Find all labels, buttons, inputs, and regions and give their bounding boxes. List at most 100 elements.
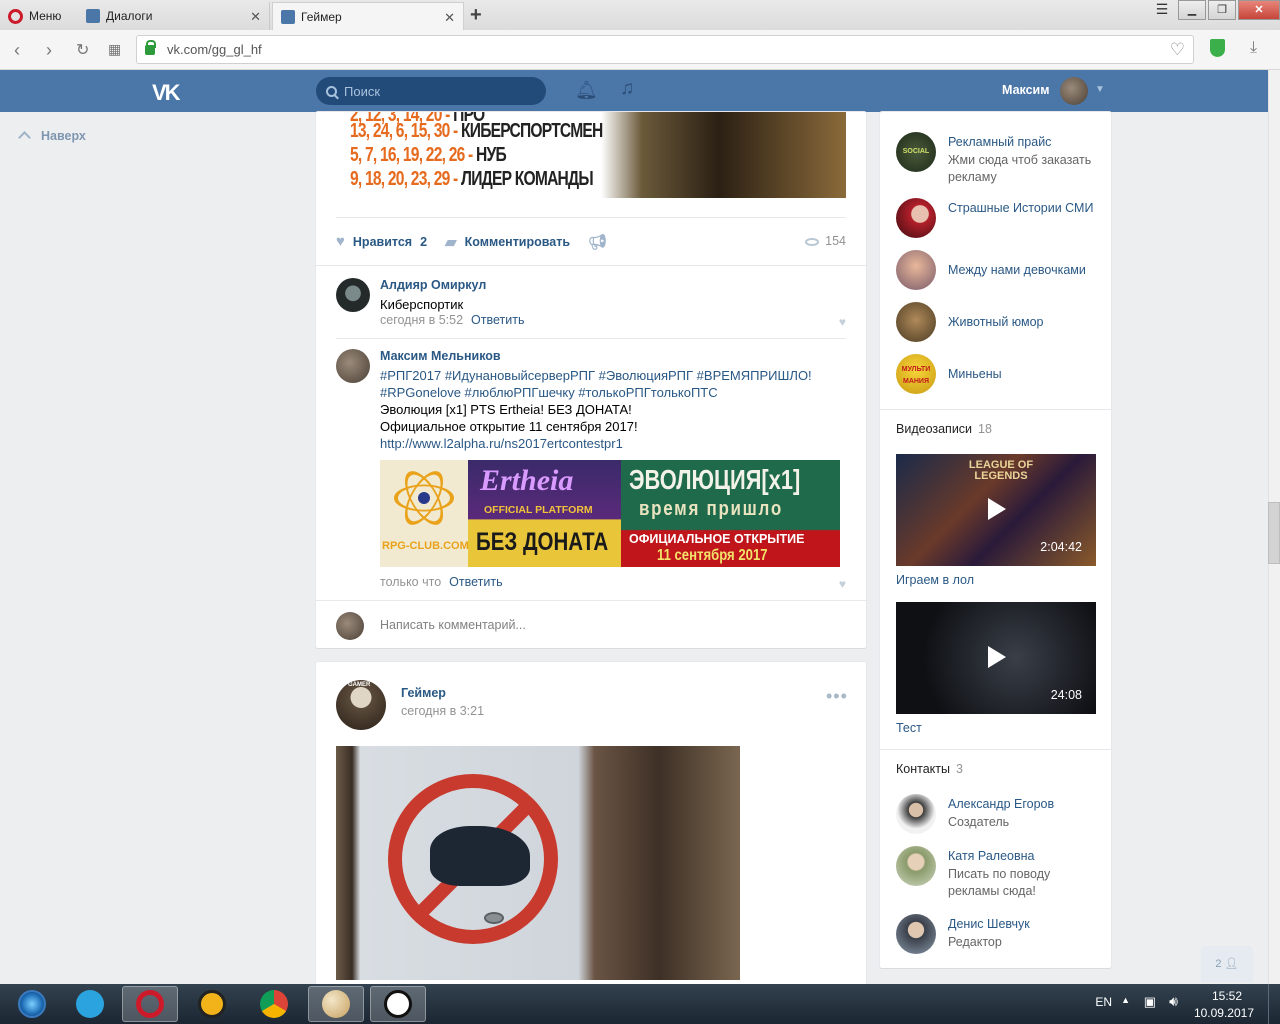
language-indicator[interactable]: EN (1095, 995, 1112, 1009)
bookmark-heart-icon[interactable]: ♡ (1170, 40, 1185, 60)
hashtags[interactable]: #РПГ2017 #ИдунановыйсерверРПГ #ЭволюцияР… (380, 367, 840, 384)
comment-author[interactable]: Алдияр Омиркул (380, 278, 486, 292)
group-link[interactable]: МУЛЬТИ МАНИЯ Миньены (896, 354, 1106, 398)
group-name[interactable]: Животный юмор (948, 314, 1103, 331)
start-button[interactable] (4, 986, 60, 1022)
group-name[interactable]: Миньены (948, 366, 1103, 383)
share-button[interactable]: 📢︎ (588, 233, 615, 251)
volume-icon[interactable]: 🔊︎ (1169, 993, 1178, 1010)
tab-gamer[interactable]: Геймер ✕ (272, 2, 464, 30)
contact-name[interactable]: Денис Шевчук (948, 916, 1103, 933)
contact-name[interactable]: Катя Ралеовна (948, 848, 1103, 865)
back-icon[interactable]: ‹ (14, 40, 20, 61)
like-heart-icon[interactable]: ♥ (839, 577, 846, 591)
reload-icon[interactable]: ↻ (76, 40, 89, 60)
clock-date[interactable]: 10.09.2017 (1194, 1006, 1254, 1020)
post-image[interactable] (336, 746, 740, 980)
address-bar[interactable]: vk.com/gg_gl_hf ♡ (136, 35, 1194, 64)
maximize-icon[interactable]: ❐ (1208, 0, 1236, 20)
tray-expand-icon[interactable]: ▲ (1121, 995, 1130, 1005)
taskbar-aimp[interactable] (184, 986, 240, 1022)
video-thumbnail[interactable]: LEAGUE OF LEGENDS 2:04:42 (896, 454, 1096, 566)
comment-image[interactable]: RPG-CLUB.COM Ertheia OFFICIAL PLATFORM Б… (380, 460, 840, 567)
comment-input[interactable]: Написать комментарий... (380, 618, 526, 632)
taskbar-app[interactable] (370, 986, 426, 1022)
external-link[interactable]: http://www.l2alpha.ru/ns2017ertcontestpr… (380, 435, 840, 452)
comment-time[interactable]: только что (380, 575, 441, 589)
taskbar-opera[interactable] (122, 986, 178, 1022)
show-desktop-button[interactable] (1268, 984, 1280, 1024)
reply-link[interactable]: Ответить (471, 313, 524, 327)
contact-item[interactable]: Денис Шевчук Редактор (896, 914, 1106, 958)
vk-logo-icon[interactable]: VK (152, 80, 186, 105)
new-tab-icon[interactable]: + (470, 4, 482, 27)
tab-dialogs[interactable]: Диалоги ✕ (78, 2, 270, 30)
group-name[interactable]: Между нами девочками (948, 262, 1103, 279)
scrollbar-thumb[interactable] (1268, 502, 1280, 564)
comment-button[interactable]: ▰ Комментировать (445, 233, 570, 251)
avatar[interactable] (1060, 77, 1088, 105)
like-heart-icon[interactable]: ♥ (839, 315, 846, 329)
speed-dial-icon[interactable]: ▦ (108, 41, 121, 58)
contact-name[interactable]: Александр Егоров (948, 796, 1103, 813)
user-name[interactable]: Максим (1002, 83, 1050, 97)
avatar[interactable] (336, 349, 370, 383)
minimize-icon[interactable]: ▁ (1178, 0, 1206, 20)
contact-item[interactable]: Александр Егоров Создатель (896, 794, 1106, 838)
scroll-to-top-button[interactable]: Наверх (18, 129, 86, 144)
group-avatar: SOCIAL MEDIA (896, 132, 936, 172)
reply-link[interactable]: Ответить (449, 575, 502, 589)
like-button[interactable]: ♥ Нравится 2 (336, 233, 427, 250)
time-came-text: время пришло (639, 498, 783, 520)
browser-toolbar: ‹ › ↻ ▦ vk.com/gg_gl_hf ♡ ⤓ (0, 30, 1280, 70)
comment-composer[interactable]: Написать комментарий... (316, 600, 866, 648)
videos-heading[interactable]: Видеозаписи 18 (896, 422, 992, 436)
forward-icon[interactable]: › (46, 40, 52, 61)
group-link[interactable]: Животный юмор (896, 302, 1106, 346)
tab-label: Геймер (301, 9, 342, 24)
video-title[interactable]: Играем в лол (896, 573, 974, 587)
evolution-panel: ЭВОЛЮЦИЯ[x1] время пришло ОФИЦИАЛЬНОЕ ОТ… (621, 460, 840, 567)
taskbar-chrome[interactable] (246, 986, 302, 1022)
search-input[interactable]: Поиск (316, 77, 546, 105)
group-link[interactable]: Между нами девочками (896, 250, 1106, 294)
video-title[interactable]: Тест (896, 721, 922, 735)
browser-tab-strip: Меню Диалоги ✕ Геймер ✕ + ☰ ▁ ❐ ✕ (0, 0, 1280, 30)
contacts-heading[interactable]: Контакты 3 (896, 762, 963, 776)
more-icon[interactable]: ••• (826, 686, 848, 707)
group-name[interactable]: Страшные Истории СМИ (948, 200, 1103, 217)
hashtags[interactable]: #RPGonelove #люблюРПГшечку #толькоРПГтол… (380, 384, 840, 401)
tab-menu-icon[interactable]: ☰ (1148, 0, 1176, 20)
bell-icon[interactable]: 🔔︎ (575, 80, 598, 101)
vk-logo-icon (281, 9, 295, 24)
comment-time[interactable]: сегодня в 5:52 (380, 313, 463, 327)
clock-time[interactable]: 15:52 (1212, 989, 1242, 1003)
close-tab-icon[interactable]: ✕ (250, 9, 261, 25)
close-tab-icon[interactable]: ✕ (444, 10, 455, 26)
group-name[interactable]: Рекламный прайс (948, 134, 1103, 151)
download-icon[interactable]: ⤓ (1250, 39, 1257, 57)
avatar[interactable] (336, 278, 370, 312)
post-time[interactable]: сегодня в 3:21 (401, 704, 484, 718)
group-link[interactable]: SOCIAL MEDIA Рекламный прайс Жми сюда чт… (896, 132, 1106, 184)
group-link[interactable]: Страшные Истории СМИ (896, 198, 1106, 242)
chevron-down-icon[interactable]: ▼ (1095, 84, 1105, 95)
views-count: 154 (825, 234, 846, 248)
opera-menu-button[interactable]: Меню (0, 2, 76, 30)
close-window-icon[interactable]: ✕ (1238, 0, 1280, 20)
network-icon[interactable]: ▣ (1144, 994, 1156, 1010)
taskbar-telegram[interactable] (62, 986, 118, 1022)
comment-author[interactable]: Максим Мельников (380, 349, 501, 363)
chat-friends-button[interactable]: 2 👤︎ (1201, 946, 1253, 982)
avatar[interactable]: GAMER (336, 680, 386, 730)
vpn-shield-icon[interactable] (1210, 39, 1225, 57)
ertheia-title: Ertheia (480, 464, 574, 497)
video-thumbnail[interactable]: 24:08 (896, 602, 1096, 714)
post-author[interactable]: Геймер (401, 686, 446, 700)
comment-text: Киберспортик (380, 297, 464, 312)
music-icon[interactable]: ♫ (620, 78, 634, 100)
contact-item[interactable]: Катя Ралеовна Писать по поводу рекламы с… (896, 846, 1106, 906)
group-subtitle: Жми сюда чтоб заказать рекламу (948, 153, 1092, 184)
post-image[interactable]: 2, 12, 3, 14, 20 - ПРО 13, 24, 6, 15, 30… (336, 112, 846, 198)
taskbar-paint[interactable] (308, 986, 364, 1022)
